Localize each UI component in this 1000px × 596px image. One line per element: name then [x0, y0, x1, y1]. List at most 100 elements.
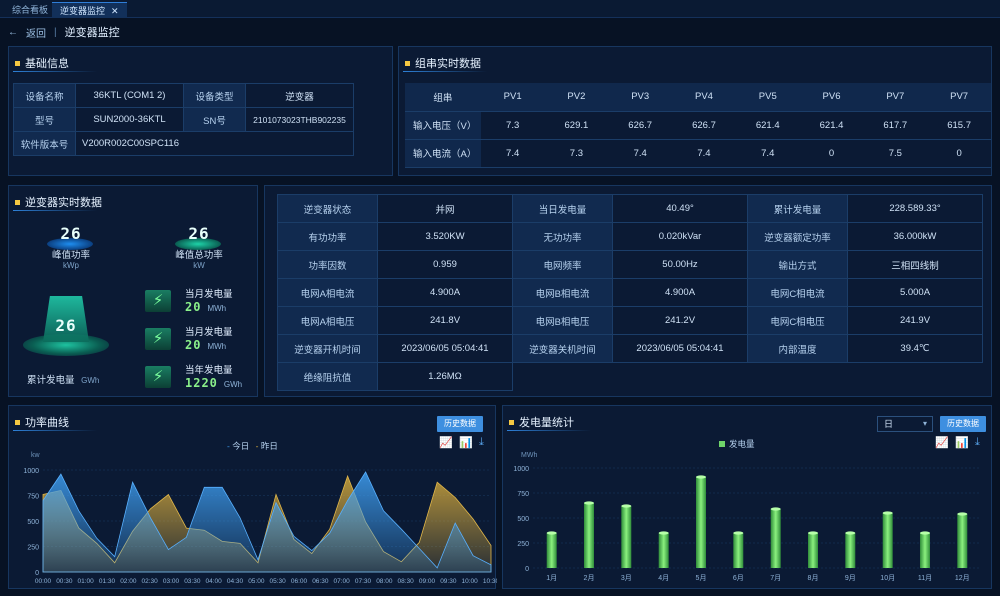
- x-tick-label: 9月: [845, 574, 856, 582]
- bar-cap: [957, 512, 968, 516]
- pv-string-title-text: 组串实时数据: [415, 58, 481, 70]
- table-row: 功率因数 0.959 电网频率 50.00Hz 输出方式 三相四线制: [277, 250, 983, 279]
- bar: [621, 506, 632, 568]
- param-label: 内部温度: [747, 334, 848, 363]
- y-tick-label: 750: [27, 494, 39, 501]
- param-value: 三相四线制: [847, 250, 983, 279]
- inverter-params-table: 逆变器状态 并网 当日发电量 40.49° 累计发电量 228.589.33° 有功功率 3.…: [277, 194, 983, 391]
- cell-value: 0: [799, 139, 864, 168]
- bar-cap: [845, 531, 856, 535]
- cell-value: 36KTL (COM1 2): [75, 83, 184, 108]
- x-tick-label: 4月: [658, 574, 669, 582]
- kpi-unit: GWh: [81, 376, 100, 385]
- stat-value: 1220: [185, 376, 218, 390]
- param-label: 当日发电量: [512, 194, 613, 223]
- lightning-icon: ⚡: [145, 366, 171, 388]
- param-label: [748, 363, 848, 391]
- x-tick-label: 04:30: [227, 578, 244, 585]
- table-row: 输入电压（V） 7.3 629.1 626.7 626.7 621.4 621.…: [405, 111, 991, 140]
- column-header: PV7: [863, 83, 928, 112]
- bar-cap: [546, 531, 557, 535]
- y-tick-label: 1000: [23, 468, 39, 475]
- kpi-number: 26: [188, 224, 210, 243]
- param-value: 39.4℃: [847, 334, 983, 363]
- close-icon[interactable]: ✕: [111, 6, 119, 16]
- tab-dashboard[interactable]: 综合看板: [4, 2, 56, 18]
- title-marker: [15, 199, 20, 205]
- column-header: PV2: [544, 83, 609, 112]
- x-tick-label: 2月: [584, 574, 595, 582]
- x-tick-label: 12月: [955, 574, 970, 582]
- param-value: 5.000A: [847, 278, 983, 307]
- param-label: 输出方式: [747, 250, 848, 279]
- cell-value: 7.4: [735, 139, 800, 168]
- x-tick-label: 10:30: [483, 578, 497, 585]
- cell-value: 7.5: [863, 139, 928, 168]
- param-value: 1.26MΩ: [377, 362, 513, 391]
- title-marker: [15, 60, 20, 66]
- x-tick-label: 10月: [880, 574, 895, 582]
- y-tick-label: 250: [27, 545, 39, 552]
- cell-value: 7.3: [480, 111, 545, 140]
- x-tick-label: 10:00: [462, 578, 479, 585]
- back-link[interactable]: 返回: [26, 25, 46, 40]
- kpi-label: 累计发电量: [27, 375, 75, 386]
- cell-value: 626.7: [672, 111, 736, 140]
- x-tick-label: 00:30: [56, 578, 73, 585]
- param-value: 0.959: [377, 250, 513, 279]
- x-tick-label: 03:30: [184, 578, 201, 585]
- series-today-area: [42, 471, 492, 573]
- basic-info-title: 基础信息: [15, 55, 69, 71]
- cell-value: 2101073023THB902235: [245, 107, 354, 132]
- cell-label: SN号: [183, 107, 246, 132]
- param-value: 2023/06/05 05:04:41: [612, 334, 748, 363]
- param-label: 有功功率: [277, 222, 378, 251]
- bar: [658, 533, 669, 568]
- stat-unit: GWh: [223, 380, 243, 389]
- column-header: PV3: [608, 83, 673, 112]
- kpi-cumulative-caption: 累计发电量 GWh: [27, 372, 99, 386]
- row-label: 输入电压（V）: [405, 111, 481, 140]
- y-tick-label: 0: [35, 570, 39, 577]
- bar: [546, 533, 557, 568]
- x-tick-label: 01:30: [99, 578, 116, 585]
- back-arrow-icon[interactable]: ←: [8, 27, 18, 38]
- title-underline: [13, 71, 97, 72]
- cell-value: 629.1: [544, 111, 609, 140]
- param-label: 逆变器状态: [277, 194, 378, 223]
- table-row: 软件版本号 V200R002C00SPC116: [13, 131, 354, 156]
- tab-inverter-monitor[interactable]: 逆变器监控 ✕: [52, 2, 127, 18]
- param-label: 绝缘阻抗值: [277, 362, 378, 391]
- cell-value: 621.4: [735, 111, 800, 140]
- x-tick-label: 07:30: [355, 578, 372, 585]
- param-value: 4.900A: [377, 278, 513, 307]
- stat-unit: MWh: [207, 342, 227, 351]
- table-row: 电网A相电压 241.8V 电网B相电压 241.2V 电网C相电压 241.9V: [277, 306, 983, 335]
- kpi-peak-total-power: 26 峰值总功率 kW: [167, 224, 231, 270]
- x-tick-label: 04:00: [206, 578, 223, 585]
- kpi-peak-power: 26 峰值功率 kWp: [39, 224, 103, 270]
- power-curve-chart: 0 250 500 750 1000 00:00 00:30 01:00 01:30 02:00 0…: [23, 468, 497, 585]
- table-row: 绝缘阻抗值 1.26MΩ: [277, 362, 983, 391]
- x-tick-label: 09:30: [440, 578, 457, 585]
- param-label: 电网A相电流: [277, 278, 378, 307]
- power-curve-panel: 功率曲线 历史数据 📈 📊 ⤓ - 今日 - 昨日 kw 0 250 500 750 1…: [8, 405, 497, 589]
- basic-info-panel: 基础信息 设备名称 36KTL (COM1 2) 设备类型 逆变器 型号 SUN…: [8, 46, 393, 176]
- bar: [808, 533, 818, 568]
- column-header: PV7: [927, 83, 991, 112]
- bar-cap: [882, 511, 893, 515]
- column-header: PV4: [672, 83, 736, 112]
- table-row: 电网A相电流 4.900A 电网B相电流 4.900A 电网C相电流 5.000A: [277, 278, 983, 307]
- param-value: 0.020kVar: [612, 222, 748, 251]
- y-tick-label: 0: [525, 566, 529, 573]
- row-label: 输入电流（A）: [405, 139, 481, 168]
- inverter-realtime-panel: 逆变器实时数据 26 峰值功率 kWp 26 峰值总功率 kW 26 累计发电量…: [8, 185, 258, 397]
- x-tick-label: 11月: [918, 574, 932, 582]
- lightning-icon: ⚡: [145, 290, 171, 312]
- x-tick-label: 08:00: [376, 578, 393, 585]
- bar: [920, 533, 930, 568]
- bar-cap: [621, 504, 632, 508]
- x-tick-label: 02:30: [142, 578, 159, 585]
- bar-cap: [920, 531, 930, 535]
- kpi-label: 峰值功率: [51, 250, 90, 261]
